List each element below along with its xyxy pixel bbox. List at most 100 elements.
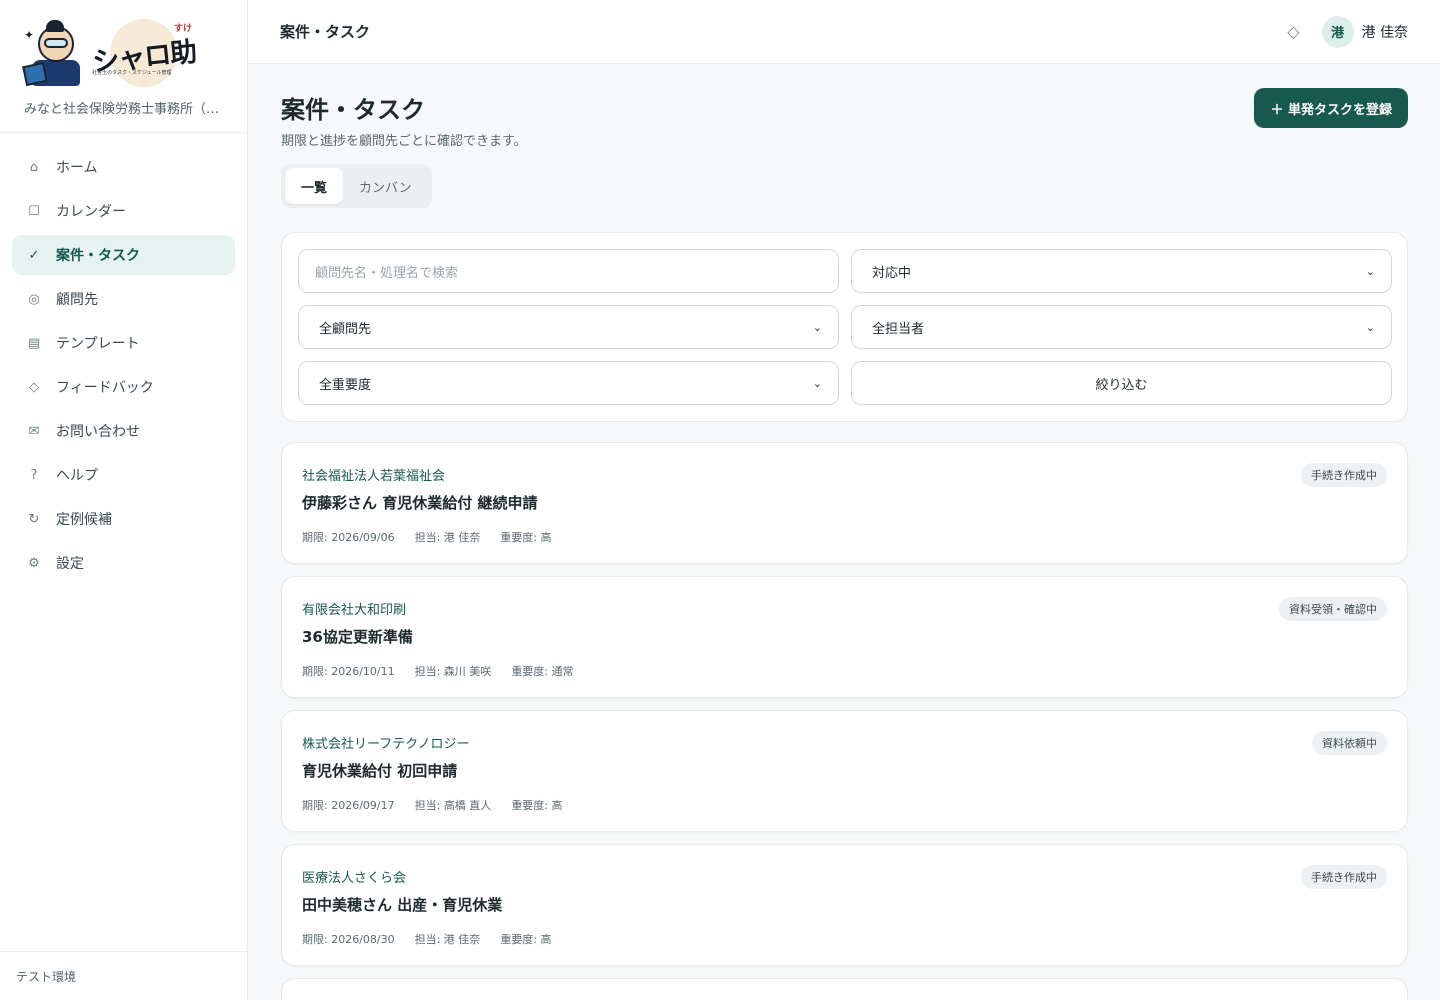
topbar: 案件・タスク ◇ 港 港 佳奈 [248, 0, 1440, 64]
task-list: 社会福祉法人若葉福祉会 伊藤彩さん 育児休業給付 継続申請 期限: 2026/0… [281, 442, 1408, 978]
sidebar-item-clients[interactable]: ◎ 顧問先 [12, 279, 235, 319]
sidebar-item-contact[interactable]: ✉ お問い合わせ [12, 411, 235, 451]
user-name[interactable]: 港 佳奈 [1362, 22, 1408, 42]
status-badge: 手続き作成中 [1301, 463, 1387, 487]
feedback-icon: ◇ [29, 379, 39, 395]
sidebar-item-label: ホーム [56, 160, 98, 176]
sidebar-item-label: 設定 [56, 556, 84, 572]
sidebar-item-help[interactable]: ? ヘルプ [12, 455, 235, 495]
sidebar-item-label: 顧問先 [56, 292, 98, 308]
brand-area: ✦ すけ シャロ助 社労士のタスク・スケジュール管理 みなと社会保険労務士事務所… [0, 0, 247, 133]
page-title: 案件・タスク [281, 96, 425, 124]
client-select[interactable]: 全顧問先 ⌄ [298, 305, 839, 349]
status-select[interactable]: 対応中 ⌄ [851, 249, 1392, 293]
task-due: 期限: 2026/08/30 [302, 933, 395, 946]
task-assignee: 担当: 森川 美咲 [414, 665, 492, 678]
task-priority: 重要度: 高 [500, 933, 552, 946]
task-card[interactable]: 医療法人さくら会 田中美穂さん 出産・育児休業 期限: 2026/08/30 担… [281, 844, 1408, 966]
status-badge: 資料依頼中 [1312, 731, 1387, 755]
sidebar-item-label: ヘルプ [56, 468, 98, 484]
sidebar-nav: ⌂ ホーム ☐ カレンダー ✓ 案件・タスク ◎ 顧問先 ▤ テンプレート ◇ … [0, 133, 247, 601]
sidebar: ✦ すけ シャロ助 社労士のタスク・スケジュール管理 みなと社会保険労務士事務所… [0, 0, 248, 1000]
chevron-down-icon: ⌄ [812, 320, 822, 334]
task-due: 期限: 2026/10/11 [302, 665, 395, 678]
template-icon: ▤ [28, 335, 41, 351]
filter-submit-button[interactable]: 絞り込む [851, 361, 1392, 405]
topbar-user-area: ◇ 港 港 佳奈 [1287, 15, 1408, 48]
assignee-select-value: 全担当者 [872, 321, 925, 337]
status-select-value: 対応中 [872, 265, 912, 281]
sidebar-item-home[interactable]: ⌂ ホーム [12, 147, 235, 187]
task-title[interactable]: 伊藤彩さん 育児休業給付 継続申請 [302, 492, 1387, 513]
task-meta: 期限: 2026/09/17 担当: 高橋 直人 重要度: 高 [302, 797, 1387, 813]
view-tabs: 一覧 カンバン [281, 164, 432, 208]
task-client[interactable]: 株式会社リーフテクノロジー [302, 733, 1387, 752]
task-assignee: 担当: 港 佳奈 [414, 933, 481, 946]
task-client[interactable]: 医療法人さくら会 [302, 867, 1387, 886]
tab-kanban[interactable]: カンバン [343, 168, 428, 204]
sidebar-item-templates[interactable]: ▤ テンプレート [12, 323, 235, 363]
sidebar-item-calendar[interactable]: ☐ カレンダー [12, 191, 235, 231]
topbar-title: 案件・タスク [280, 23, 371, 41]
task-client[interactable]: 有限会社大和印刷 [302, 599, 1387, 618]
sidebar-item-label: テンプレート [56, 336, 140, 352]
chevron-down-icon: ⌄ [1365, 264, 1375, 278]
app-logo[interactable]: ✦ すけ シャロ助 社労士のタスク・スケジュール管理 [22, 16, 227, 92]
sidebar-item-recurring[interactable]: ↻ 定例候補 [12, 499, 235, 539]
status-badge: 資料受領・確認中 [1279, 597, 1387, 621]
task-meta: 期限: 2026/10/11 担当: 森川 美咲 重要度: 通常 [302, 663, 1387, 679]
page-subtitle: 期限と進捗を顧問先ごとに確認できます。 [281, 134, 527, 149]
notification-icon[interactable]: ◇ [1287, 22, 1299, 41]
task-assignee: 担当: 高橋 直人 [414, 799, 492, 812]
task-priority: 重要度: 高 [500, 531, 552, 544]
sidebar-item-label: お問い合わせ [56, 424, 140, 440]
sidebar-item-tasks[interactable]: ✓ 案件・タスク [12, 235, 235, 275]
chevron-down-icon: ⌄ [812, 376, 822, 390]
priority-select-value: 全重要度 [319, 377, 372, 393]
chevron-down-icon: ⌄ [1365, 320, 1375, 334]
clients-icon: ◎ [28, 291, 40, 307]
search-input[interactable]: 顧問先名・処理名で検索 [298, 249, 839, 293]
mascot-icon: ✦ [22, 20, 86, 88]
sidebar-item-feedback[interactable]: ◇ フィードバック [12, 367, 235, 407]
task-assignee: 担当: 港 佳奈 [414, 531, 481, 544]
task-card[interactable]: 株式会社リーフテクノロジー 育児休業給付 初回申請 期限: 2026/09/17… [281, 710, 1408, 832]
task-card-partial[interactable] [281, 978, 1408, 1000]
task-due: 期限: 2026/09/06 [302, 531, 395, 544]
add-task-button[interactable]: ＋ 単発タスクを登録 [1254, 88, 1408, 128]
status-badge: 手続き作成中 [1301, 865, 1387, 889]
calendar-icon: ☐ [28, 203, 40, 219]
task-priority: 重要度: 高 [511, 799, 563, 812]
task-card[interactable]: 有限会社大和印刷 36協定更新準備 期限: 2026/10/11 担当: 森川 … [281, 576, 1408, 698]
task-card[interactable]: 社会福祉法人若葉福祉会 伊藤彩さん 育児休業給付 継続申請 期限: 2026/0… [281, 442, 1408, 564]
sidebar-item-label: 案件・タスク [56, 248, 140, 264]
main-content: 案件・タスク 期限と進捗を顧問先ごとに確認できます。 ＋ 単発タスクを登録 一覧… [281, 64, 1408, 966]
help-icon: ? [30, 467, 38, 483]
task-due: 期限: 2026/09/17 [302, 799, 395, 812]
task-meta: 期限: 2026/08/30 担当: 港 佳奈 重要度: 高 [302, 931, 1387, 947]
page-header: 案件・タスク 期限と進捗を顧問先ごとに確認できます。 ＋ 単発タスクを登録 [281, 64, 1408, 164]
avatar[interactable]: 港 [1321, 15, 1354, 48]
task-title[interactable]: 36協定更新準備 [302, 626, 1387, 647]
check-icon: ✓ [28, 247, 40, 263]
assignee-select[interactable]: 全担当者 ⌄ [851, 305, 1392, 349]
sidebar-item-label: フィードバック [56, 380, 154, 396]
client-select-value: 全顧問先 [319, 321, 372, 337]
logo-wordmark: すけ シャロ助 社労士のタスク・スケジュール管理 [91, 18, 198, 87]
gear-icon: ⚙ [28, 555, 40, 571]
sidebar-item-label: カレンダー [56, 204, 126, 220]
task-meta: 期限: 2026/09/06 担当: 港 佳奈 重要度: 高 [302, 529, 1387, 545]
priority-select[interactable]: 全重要度 ⌄ [298, 361, 839, 405]
office-name: みなと社会保険労務士事務所（デ… [24, 102, 224, 117]
sidebar-item-label: 定例候補 [56, 512, 112, 528]
mail-icon: ✉ [28, 423, 40, 439]
task-priority: 重要度: 通常 [511, 665, 574, 678]
refresh-icon: ↻ [28, 511, 40, 527]
environment-label: テスト環境 [0, 951, 247, 1000]
task-title[interactable]: 田中美穂さん 出産・育児休業 [302, 894, 1387, 915]
tab-list[interactable]: 一覧 [285, 168, 344, 204]
sidebar-item-settings[interactable]: ⚙ 設定 [12, 543, 235, 583]
task-client[interactable]: 社会福祉法人若葉福祉会 [302, 465, 1387, 484]
home-icon: ⌂ [29, 159, 39, 175]
task-title[interactable]: 育児休業給付 初回申請 [302, 760, 1387, 781]
